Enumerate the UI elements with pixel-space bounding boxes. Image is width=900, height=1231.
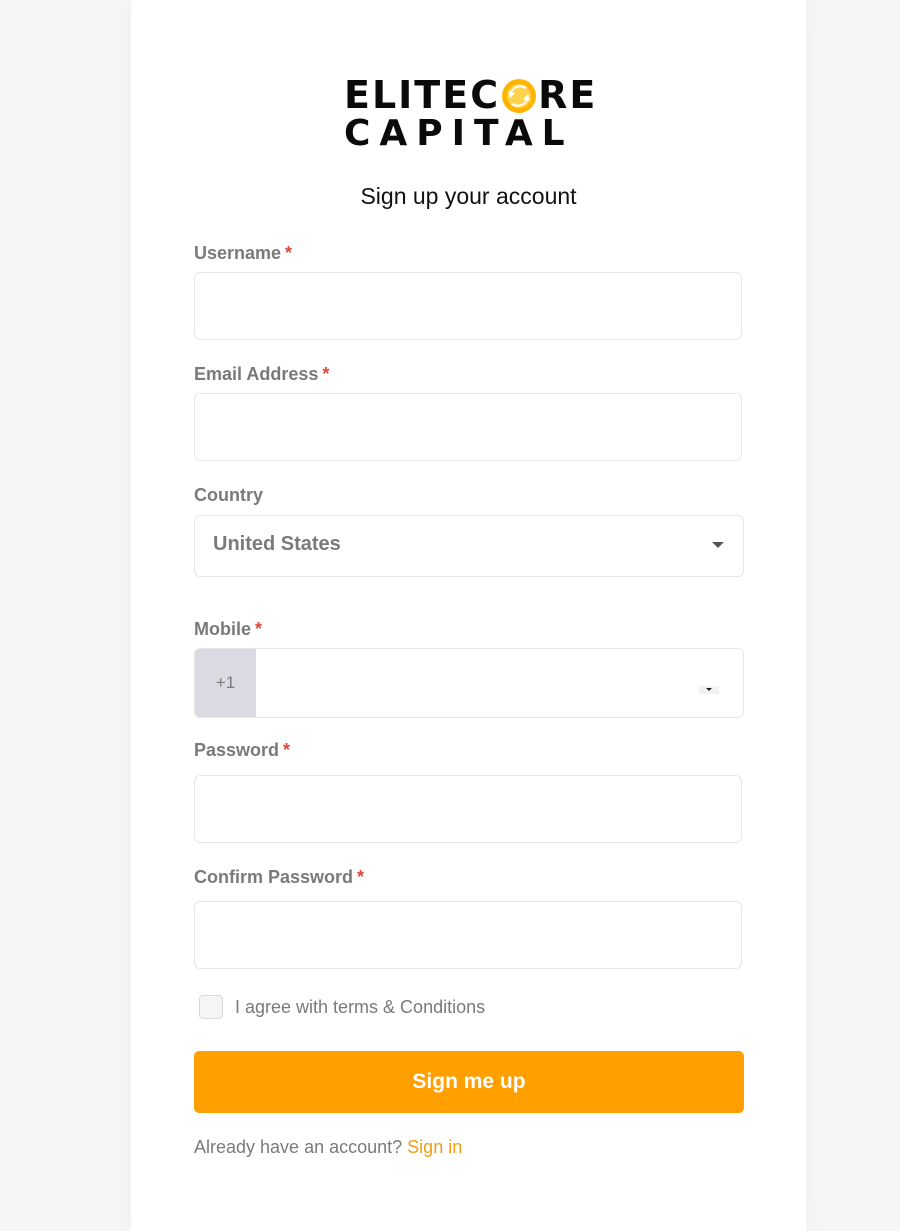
coin-icon xyxy=(501,78,537,114)
logo-line-1: ELITEC RE xyxy=(344,73,598,117)
brand-logo: ELITEC RE CAPITAL xyxy=(344,70,598,154)
required-mark: * xyxy=(255,619,263,639)
mobile-input[interactable] xyxy=(256,649,676,717)
password-input[interactable] xyxy=(194,775,742,843)
logo-line-2: CAPITAL xyxy=(344,113,574,154)
chevron-down-icon xyxy=(712,542,724,548)
confirm-password-label: Confirm Password * xyxy=(194,867,365,887)
required-mark: * xyxy=(357,867,365,887)
signin-prompt: Already have an account? Sign in xyxy=(194,1137,463,1157)
username-input[interactable] xyxy=(194,272,742,340)
confirm-password-input[interactable] xyxy=(194,901,742,969)
country-select[interactable]: United States xyxy=(194,515,744,577)
page-title: Sign up your account xyxy=(360,183,577,209)
required-mark: * xyxy=(285,243,293,263)
required-mark: * xyxy=(283,740,291,760)
country-label: Country xyxy=(194,485,263,505)
email-label: Email Address * xyxy=(194,364,330,384)
terms-label[interactable]: I agree with terms & Conditions xyxy=(235,997,485,1018)
mobile-field: +1 xyxy=(194,648,744,718)
dial-code: +1 xyxy=(195,649,256,717)
terms-checkbox[interactable] xyxy=(199,995,223,1019)
chevron-down-icon xyxy=(706,688,712,691)
sign-up-button[interactable]: Sign me up xyxy=(194,1051,744,1113)
sign-in-link[interactable]: Sign in xyxy=(407,1137,462,1157)
required-mark: * xyxy=(322,364,330,384)
email-input[interactable] xyxy=(194,393,742,461)
country-code-dropdown[interactable] xyxy=(699,686,719,694)
mobile-label: Mobile * xyxy=(194,619,263,639)
password-label: Password * xyxy=(194,740,291,760)
country-selected-value: United States xyxy=(213,533,341,555)
username-label: Username * xyxy=(194,243,293,263)
